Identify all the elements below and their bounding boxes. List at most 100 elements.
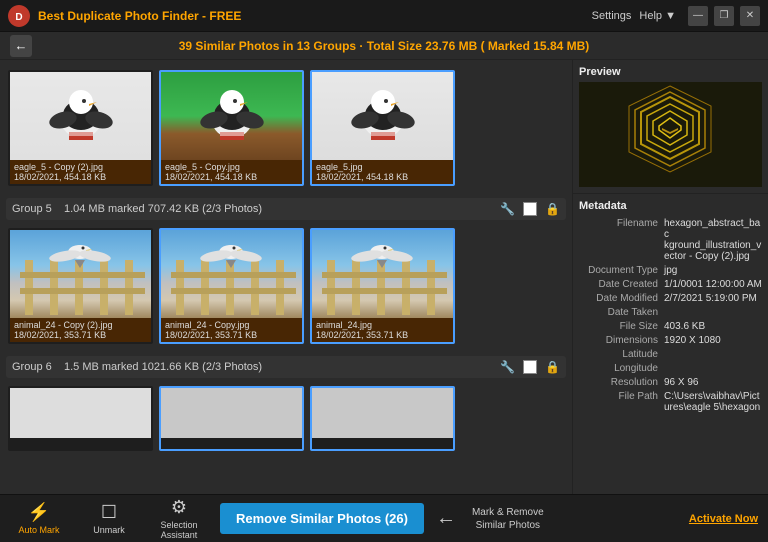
meta-row-latitude: Latitude — [579, 349, 762, 360]
lock-icon[interactable]: 🔒 — [545, 202, 560, 216]
photo-label: animal_24 - Copy.jpg 18/02/2021, 353.71 … — [161, 318, 302, 342]
meta-row-created: Date Created 1/1/0001 12:00:00 AM — [579, 279, 762, 290]
photo-name: animal_24 - Copy.jpg — [165, 320, 298, 330]
meta-row-resolution: Resolution 96 X 96 — [579, 377, 762, 388]
meta-key: Dimensions — [579, 335, 664, 346]
summary-text: 39 Similar Photos in 13 Groups · Total S… — [179, 39, 590, 53]
meta-val: 403.6 KB — [664, 321, 762, 332]
meta-row-filepath: File Path C:\Users\vaibhav\Pict ures\eag… — [579, 391, 762, 413]
title-bar: D Best Duplicate Photo Finder - FREE Set… — [0, 0, 768, 32]
photo-card[interactable]: ✓ — [310, 386, 455, 451]
selection-icon: ⚙ — [171, 497, 187, 518]
photo-image — [161, 388, 302, 438]
unmark-label: Unmark — [93, 525, 125, 535]
auto-mark-icon: ⚡ — [28, 502, 50, 523]
photo-card[interactable] — [8, 386, 153, 451]
mark-remove-hint: Mark & RemoveSimilar Photos — [472, 506, 544, 532]
meta-key: Latitude — [579, 349, 664, 360]
photo-image — [161, 230, 302, 318]
photo-card[interactable]: animal_24 - Copy (2).jpg 18/02/2021, 353… — [8, 228, 153, 344]
photo-label: eagle_5 - Copy.jpg 18/02/2021, 454.18 KB — [161, 160, 302, 184]
photo-card[interactable]: ✓ — [159, 386, 304, 451]
meta-row-taken: Date Taken — [579, 307, 762, 318]
meta-val: 1/1/0001 12:00:00 AM — [664, 279, 762, 290]
meta-key: Longitude — [579, 363, 664, 374]
maximize-button[interactable]: ❐ — [714, 6, 734, 26]
activate-now-button[interactable]: Activate Now — [689, 513, 758, 525]
preview-title: Preview — [579, 66, 762, 78]
lock-icon[interactable]: 🔒 — [545, 360, 560, 374]
unmark-button[interactable]: ☐ Unmark — [80, 502, 138, 535]
photo-card[interactable]: ✓ — [310, 228, 455, 344]
photo-name: animal_24.jpg — [316, 320, 449, 330]
group6-header: Group 6 1.5 MB marked 1021.66 KB (2/3 Ph… — [6, 356, 566, 378]
meta-row-doctype: Document Type jpg — [579, 265, 762, 276]
photo-meta: 18/02/2021, 353.71 KB — [316, 330, 449, 340]
metadata-section: Metadata Filename hexagon_abstract_bac k… — [573, 194, 768, 494]
meta-key: File Path — [579, 391, 664, 413]
photo-image — [10, 230, 151, 318]
hexagon-svg — [579, 82, 762, 187]
group6-checkbox[interactable] — [523, 360, 537, 374]
photo-name: eagle_5.jpg — [316, 162, 449, 172]
group6-label: Group 6 1.5 MB marked 1021.66 KB (2/3 Ph… — [12, 361, 494, 373]
photo-meta: 18/02/2021, 454.18 KB — [316, 172, 449, 182]
photo-card[interactable]: ✓ — [310, 70, 455, 186]
photo-image — [312, 230, 453, 318]
meta-key: Document Type — [579, 265, 664, 276]
meta-key: File Size — [579, 321, 664, 332]
meta-key: Date Created — [579, 279, 664, 290]
auto-mark-label: Auto Mark — [18, 525, 59, 535]
meta-val — [664, 307, 762, 318]
bottom-bar: ⚡ Auto Mark ☐ Unmark ⚙ Selection Assista… — [0, 494, 768, 542]
meta-val: C:\Users\vaibhav\Pict ures\eagle 5\hexag… — [664, 391, 762, 413]
app-name-text: Best Duplicate Photo Finder - — [38, 9, 209, 23]
photo-meta: 18/02/2021, 454.18 KB — [165, 172, 298, 182]
photo-card[interactable]: ✓ — [159, 70, 304, 186]
svg-text:D: D — [15, 12, 22, 23]
photo-card[interactable]: eagle_5 - Copy (2).jpg 18/02/2021, 454.1… — [8, 70, 153, 186]
meta-val — [664, 349, 762, 360]
meta-val: 1920 X 1080 — [664, 335, 762, 346]
summary-bar: ← 39 Similar Photos in 13 Groups · Total… — [0, 32, 768, 60]
group5-checkbox[interactable] — [523, 202, 537, 216]
meta-val: 2/7/2021 5:19:00 PM — [664, 293, 762, 304]
photo-name: animal_24 - Copy (2).jpg — [14, 320, 147, 330]
group5-photo-row: animal_24 - Copy (2).jpg 18/02/2021, 353… — [6, 224, 566, 348]
left-panel: eagle_5 - Copy (2).jpg 18/02/2021, 454.1… — [0, 60, 573, 494]
selection-label: Selection Assistant — [150, 520, 208, 540]
settings-button[interactable]: Settings — [592, 10, 632, 22]
photo-meta: 18/02/2021, 353.71 KB — [165, 330, 298, 340]
remove-similar-button[interactable]: Remove Similar Photos (26) — [220, 503, 424, 534]
meta-val: jpg — [664, 265, 762, 276]
hint-arrow: ← — [436, 507, 456, 530]
back-button[interactable]: ← — [10, 35, 32, 57]
unmark-icon: ☐ — [101, 502, 117, 523]
minimize-button[interactable]: — — [688, 6, 708, 26]
preview-image — [579, 82, 762, 187]
help-button[interactable]: Help ▼ — [639, 10, 676, 22]
preview-section: Preview — [573, 60, 768, 194]
photo-image — [312, 72, 453, 160]
selection-assistant-button[interactable]: ⚙ Selection Assistant — [150, 497, 208, 540]
photo-card[interactable]: ✓ — [159, 228, 304, 344]
group4-photo-row: eagle_5 - Copy (2).jpg 18/02/2021, 454.1… — [6, 66, 566, 190]
photo-image — [161, 72, 302, 160]
wrench-icon[interactable]: 🔧 — [500, 360, 515, 374]
wrench-icon[interactable]: 🔧 — [500, 202, 515, 216]
auto-mark-button[interactable]: ⚡ Auto Mark — [10, 502, 68, 535]
photo-label: eagle_5.jpg 18/02/2021, 454.18 KB — [312, 160, 453, 184]
main-layout: eagle_5 - Copy (2).jpg 18/02/2021, 454.1… — [0, 60, 768, 494]
photo-image — [10, 72, 151, 160]
app-tag: FREE — [209, 9, 241, 23]
close-button[interactable]: ✕ — [740, 6, 760, 26]
meta-val — [664, 363, 762, 374]
group5-header: Group 5 1.04 MB marked 707.42 KB (2/3 Ph… — [6, 198, 566, 220]
photo-meta: 18/02/2021, 353.71 KB — [14, 330, 147, 340]
photo-label: animal_24.jpg 18/02/2021, 353.71 KB — [312, 318, 453, 342]
meta-row-modified: Date Modified 2/7/2021 5:19:00 PM — [579, 293, 762, 304]
photo-name: eagle_5 - Copy.jpg — [165, 162, 298, 172]
meta-row-filesize: File Size 403.6 KB — [579, 321, 762, 332]
photo-image — [10, 388, 151, 438]
right-panel: Preview Metadata Filename — [573, 60, 768, 494]
